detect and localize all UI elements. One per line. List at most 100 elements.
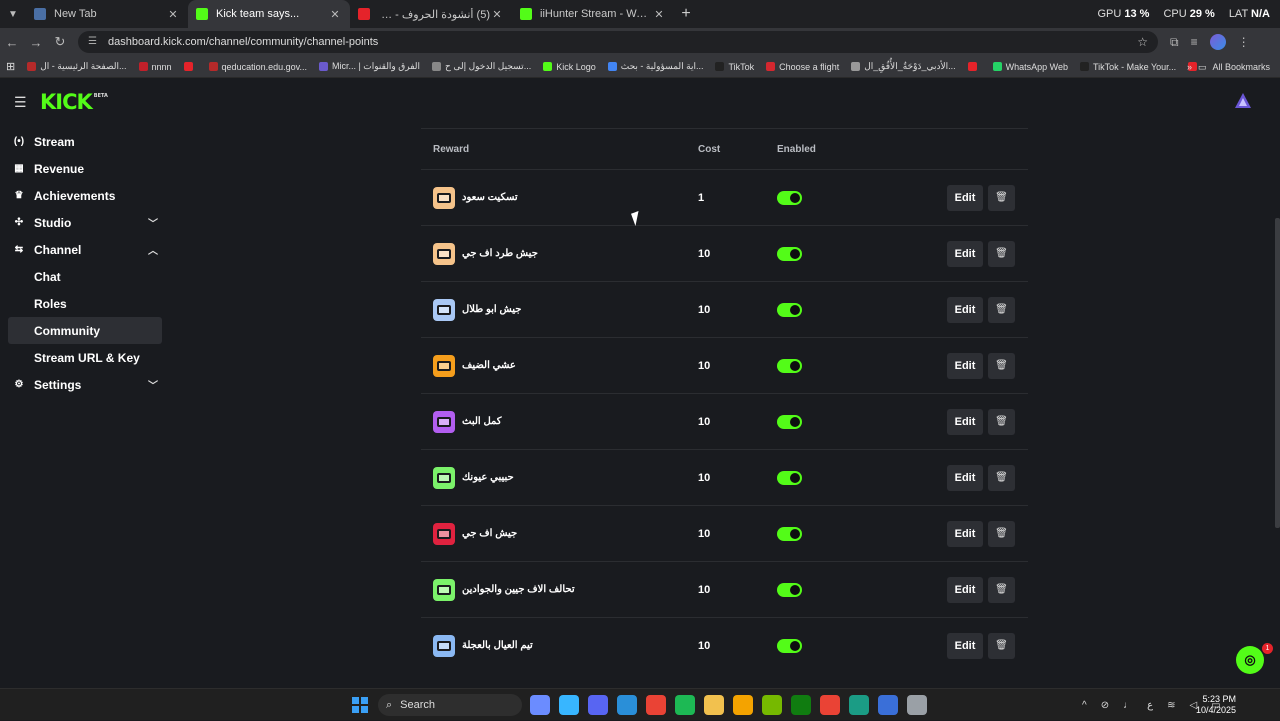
delete-button[interactable]: 🗑 bbox=[988, 296, 1015, 323]
delete-button[interactable]: 🗑 bbox=[988, 184, 1015, 211]
edit-button[interactable]: Edit bbox=[947, 296, 983, 323]
kick-logo[interactable]: KICK BETA bbox=[40, 90, 108, 114]
tab-new-tab[interactable]: New Tab ✕ bbox=[26, 0, 188, 28]
bookmark-item[interactable] bbox=[967, 61, 981, 72]
microphone-icon[interactable]: ♩ bbox=[1123, 700, 1133, 711]
profile-avatar[interactable] bbox=[1209, 34, 1226, 50]
enabled-toggle[interactable] bbox=[777, 526, 802, 541]
wifi-icon[interactable]: ≋ bbox=[1167, 700, 1175, 711]
extensions-icon[interactable]: ⧉ bbox=[1170, 35, 1179, 50]
close-icon[interactable]: ✕ bbox=[490, 8, 504, 21]
all-bookmarks[interactable]: » ▭ All Bookmarks bbox=[1187, 56, 1270, 78]
network-off-icon[interactable]: ⊘ bbox=[1101, 700, 1109, 711]
windows-start-icon[interactable] bbox=[352, 697, 368, 713]
taskbar-clock[interactable]: 5:23 PM 10/4/2025 bbox=[1196, 694, 1236, 716]
edit-button[interactable]: Edit bbox=[947, 464, 983, 491]
tab-iihunter[interactable]: iiHunter Stream - Watch Live on ✕ bbox=[512, 0, 674, 28]
bookmark-item[interactable] bbox=[183, 61, 197, 72]
close-icon[interactable]: ✕ bbox=[166, 8, 180, 21]
user-avatar[interactable] bbox=[1234, 92, 1252, 110]
bookmark-item[interactable]: TikTok bbox=[715, 61, 754, 72]
edit-button[interactable]: Edit bbox=[947, 240, 983, 267]
taskbar-app-icon[interactable] bbox=[878, 695, 898, 715]
page-scrollbar[interactable] bbox=[1275, 218, 1280, 528]
taskbar-app-icon[interactable] bbox=[733, 695, 753, 715]
bookmark-item[interactable]: TikTok - Make Your... bbox=[1079, 61, 1176, 72]
sidebar-item-revenue[interactable]: ▦ Revenue bbox=[0, 155, 170, 182]
reload-icon[interactable]: ↻ bbox=[48, 34, 72, 50]
edit-button[interactable]: Edit bbox=[947, 520, 983, 547]
enabled-toggle[interactable] bbox=[777, 582, 802, 597]
support-chat-button[interactable]: ◎ bbox=[1236, 646, 1264, 674]
edit-button[interactable]: Edit bbox=[947, 184, 983, 211]
enabled-toggle[interactable] bbox=[777, 638, 802, 653]
edit-button[interactable]: Edit bbox=[947, 408, 983, 435]
delete-button[interactable]: 🗑 bbox=[988, 632, 1015, 659]
chevron-down-icon[interactable]: ﹀ bbox=[148, 377, 158, 392]
chevron-up-icon[interactable]: ︿ bbox=[148, 242, 158, 257]
close-icon[interactable]: ✕ bbox=[328, 8, 342, 21]
delete-button[interactable]: 🗑 bbox=[988, 464, 1015, 491]
enabled-toggle[interactable] bbox=[777, 358, 802, 373]
hamburger-menu-icon[interactable]: ☰ bbox=[14, 94, 28, 111]
apps-icon[interactable]: ⊞ bbox=[6, 60, 15, 73]
site-info-icon[interactable]: ☰ bbox=[88, 36, 100, 48]
menu-icon[interactable]: ⋮ bbox=[1238, 35, 1250, 49]
taskbar-app-icon[interactable] bbox=[675, 695, 695, 715]
taskbar-app-icon[interactable] bbox=[791, 695, 811, 715]
chevron-up-icon[interactable]: ^ bbox=[1082, 700, 1087, 711]
close-icon[interactable]: ✕ bbox=[652, 8, 666, 21]
edit-button[interactable]: Edit bbox=[947, 576, 983, 603]
bookmark-item[interactable]: WhatsApp Web bbox=[992, 61, 1068, 72]
sidebar-item-achievements[interactable]: ♛ Achievements bbox=[0, 182, 170, 209]
taskbar-search[interactable]: ⌕ Search bbox=[378, 694, 522, 716]
chevron-double-right-icon[interactable]: » bbox=[1187, 62, 1192, 72]
delete-button[interactable]: 🗑 bbox=[988, 352, 1015, 379]
bookmark-item[interactable]: الصفحة الرئيسية - ال... bbox=[27, 61, 127, 72]
sidebar-item-chat[interactable]: Chat bbox=[0, 263, 170, 290]
new-tab-button[interactable]: + bbox=[674, 5, 698, 23]
edit-button[interactable]: Edit bbox=[947, 632, 983, 659]
enabled-toggle[interactable] bbox=[777, 190, 802, 205]
delete-button[interactable]: 🗑 bbox=[988, 408, 1015, 435]
chevron-down-icon[interactable]: ﹀ bbox=[148, 215, 158, 230]
bookmark-star-icon[interactable]: ☆ bbox=[1137, 35, 1148, 49]
cast-icon[interactable]: ≡ bbox=[1191, 35, 1198, 49]
forward-icon[interactable]: → bbox=[24, 35, 48, 50]
enabled-toggle[interactable] bbox=[777, 246, 802, 261]
sidebar-item-roles[interactable]: Roles bbox=[0, 290, 170, 317]
bookmark-item[interactable]: الأدبي_دَوْحَةُ_الأُفُقِ_ال... bbox=[851, 61, 956, 72]
taskbar-app-icon[interactable] bbox=[762, 695, 782, 715]
enabled-toggle[interactable] bbox=[777, 414, 802, 429]
input-language[interactable]: ع bbox=[1147, 700, 1153, 711]
taskbar-app-icon[interactable] bbox=[530, 695, 550, 715]
tab-search-icon[interactable]: ▼ bbox=[0, 0, 26, 28]
bookmark-item[interactable]: nnnn bbox=[138, 61, 172, 72]
taskbar-app-icon[interactable] bbox=[704, 695, 724, 715]
taskbar-app-icon[interactable] bbox=[588, 695, 608, 715]
back-icon[interactable]: ← bbox=[0, 35, 24, 50]
edit-button[interactable]: Edit bbox=[947, 352, 983, 379]
enabled-toggle[interactable] bbox=[777, 302, 802, 317]
bookmark-item[interactable]: Kick Logo bbox=[543, 61, 596, 72]
tab-youtube[interactable]: (5) أنشودة الحروف - طيور بيبي ✕ bbox=[350, 0, 512, 28]
sidebar-item-channel[interactable]: ⇆ Channel ︿ bbox=[0, 236, 170, 263]
taskbar-app-icon[interactable] bbox=[617, 695, 637, 715]
url-bar[interactable]: ☰ dashboard.kick.com/channel/community/c… bbox=[78, 31, 1158, 53]
bookmark-item[interactable]: اية المسؤولية - بحث... bbox=[607, 61, 703, 72]
enabled-toggle[interactable] bbox=[777, 470, 802, 485]
delete-button[interactable]: 🗑 bbox=[988, 576, 1015, 603]
sidebar-item-settings[interactable]: ⚙ Settings ﹀ bbox=[0, 371, 170, 398]
taskbar-app-icon[interactable] bbox=[907, 695, 927, 715]
bookmark-item[interactable]: Micr... | الفرق والقنوات bbox=[318, 61, 420, 72]
tab-kick-team[interactable]: Kick team says... ✕ bbox=[188, 0, 350, 28]
delete-button[interactable]: 🗑 bbox=[988, 240, 1015, 267]
bookmark-item[interactable]: qeducation.edu.gov... bbox=[208, 61, 307, 72]
sidebar-item-studio[interactable]: ✣ Studio ﹀ bbox=[0, 209, 170, 236]
sidebar-item-stream-url-key[interactable]: Stream URL & Key bbox=[0, 344, 170, 371]
bookmark-item[interactable]: تسجيل الدخول إلى ح... bbox=[432, 61, 531, 72]
taskbar-app-icon[interactable] bbox=[849, 695, 869, 715]
taskbar-app-icon[interactable] bbox=[820, 695, 840, 715]
sidebar-item-community[interactable]: Community bbox=[8, 317, 162, 344]
sidebar-item-stream[interactable]: (•) Stream bbox=[0, 128, 170, 155]
